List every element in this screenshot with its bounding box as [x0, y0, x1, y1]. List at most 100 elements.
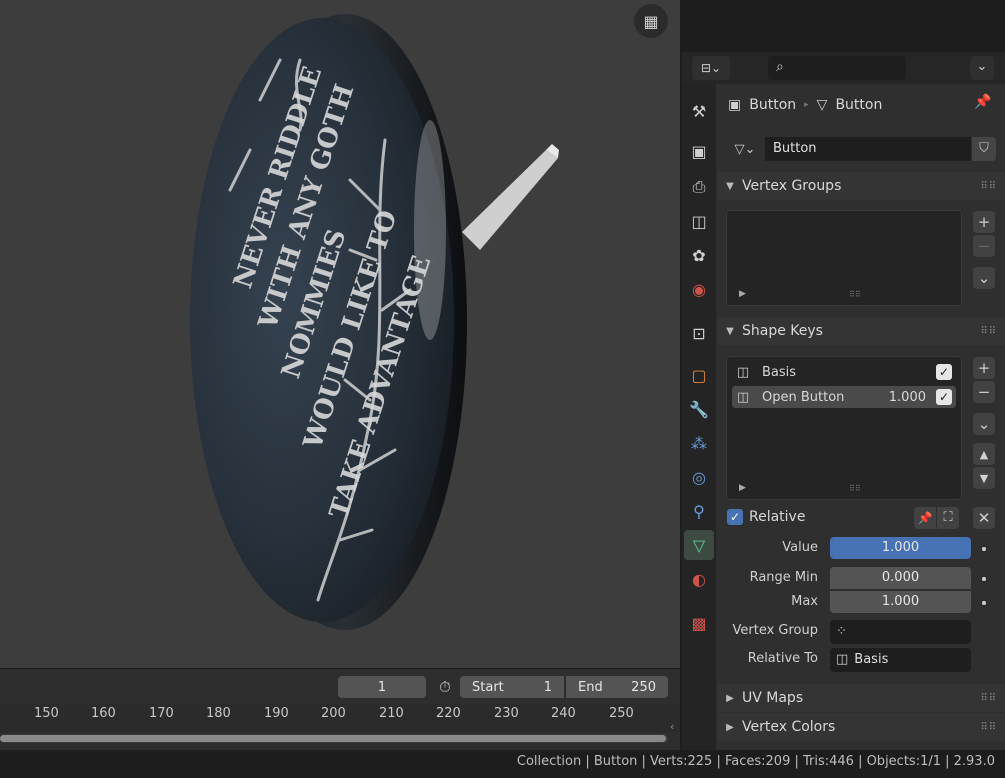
- value-slider[interactable]: 1.000: [830, 537, 971, 559]
- vertex-group-specials-button[interactable]: ⌄: [973, 267, 995, 289]
- shape-key-name: Open Button: [762, 389, 845, 405]
- shape-key-value[interactable]: 1.000: [889, 390, 926, 405]
- uv-maps-panel-header[interactable]: ▶ UV Maps ⠿⠿: [718, 684, 1005, 712]
- mesh-browse-button[interactable]: ▽ ⌄: [726, 137, 764, 161]
- shape-key-mute-checkbox[interactable]: ✓: [936, 364, 952, 380]
- drag-grip-icon[interactable]: ⠿⠿: [980, 326, 997, 337]
- plus-icon: +: [977, 359, 991, 377]
- start-label: Start: [472, 679, 504, 695]
- chevron-down-icon: ⌄: [744, 141, 756, 157]
- modifier-tab-icon[interactable]: 🔧: [684, 394, 714, 424]
- pin-icon[interactable]: 📌: [974, 94, 994, 116]
- add-shape-key-button[interactable]: +: [973, 357, 995, 379]
- vertex-groups-panel-header[interactable]: ▼ Vertex Groups ⠿⠿: [718, 172, 1005, 200]
- scene-tab-icon[interactable]: ✿: [684, 240, 714, 270]
- mesh-icon: ▽: [816, 97, 828, 113]
- resize-grip-icon[interactable]: ⠿⠿: [849, 290, 861, 299]
- shape-key-mute-checkbox[interactable]: ✓: [936, 389, 952, 405]
- end-frame-field[interactable]: End 250: [566, 676, 668, 698]
- object-tab-icon[interactable]: ▢: [684, 360, 714, 390]
- 3d-viewport[interactable]: NEVER RIDDLE WITH ANY GOTH NOMMIES WOULD…: [0, 0, 680, 668]
- expand-filter-icon[interactable]: ▶: [739, 483, 746, 493]
- shape-key-specials-button[interactable]: ⌄: [973, 413, 995, 435]
- current-frame-field[interactable]: 1: [338, 676, 426, 698]
- frame-tick: 210: [379, 706, 404, 721]
- texture-tab-icon[interactable]: ▩: [684, 608, 714, 638]
- render-tab-icon[interactable]: ▣: [684, 136, 714, 166]
- tool-tab-icon[interactable]: ⚒: [684, 96, 714, 126]
- breadcrumb-mesh: Button: [835, 97, 883, 113]
- vertex-colors-title: Vertex Colors: [742, 719, 836, 735]
- resize-grip-icon[interactable]: ⠿⠿: [849, 484, 861, 493]
- options-dropdown[interactable]: ⌄: [970, 56, 994, 80]
- shape-keys-panel-header[interactable]: ▼ Shape Keys ⠿⠿: [718, 317, 1005, 345]
- search-input[interactable]: ⌕: [768, 56, 906, 80]
- constraints-tab-icon[interactable]: ⚲: [684, 496, 714, 526]
- keyframe-dot-icon[interactable]: [982, 577, 986, 581]
- chevron-left-icon[interactable]: ‹: [670, 720, 674, 733]
- frame-tick: 200: [321, 706, 346, 721]
- shape-keys-title: Shape Keys: [742, 323, 823, 339]
- range-min-field[interactable]: 0.000: [830, 567, 971, 589]
- material-tab-icon[interactable]: ◐: [684, 564, 714, 594]
- relative-checkbox[interactable]: ✓: [727, 509, 743, 525]
- remove-vertex-group-button[interactable]: −: [973, 235, 995, 257]
- physics-tab-icon[interactable]: ◎: [684, 462, 714, 492]
- breadcrumb: ▣ Button ▸ ▽ Button: [728, 94, 998, 116]
- close-icon: ✕: [977, 509, 991, 527]
- stopwatch-icon[interactable]: ⏱: [434, 676, 456, 698]
- chevron-down-icon: ⌄: [977, 415, 991, 433]
- mesh-name-value: Button: [773, 141, 817, 156]
- clear-shape-keys-button[interactable]: ✕: [973, 507, 995, 529]
- toggle-icon: ⊟: [700, 61, 711, 75]
- range-min-label: Range Min: [749, 570, 818, 585]
- drag-grip-icon[interactable]: ⠿⠿: [980, 693, 997, 704]
- minus-icon: −: [977, 237, 991, 255]
- triangle-up-icon: ▲: [979, 447, 989, 461]
- triangle-down-icon: ▼: [979, 471, 989, 485]
- expand-filter-icon[interactable]: ▶: [739, 289, 746, 299]
- pin-icon[interactable]: 📌: [914, 507, 936, 529]
- vertex-group-field[interactable]: ⁘: [830, 620, 971, 644]
- shape-key-row[interactable]: ◫ Basis ✓: [732, 361, 956, 383]
- button-object-render: NEVER RIDDLE WITH ANY GOTH NOMMIES WOULD…: [190, 14, 559, 630]
- timeline-scrollbar-thumb[interactable]: [0, 735, 666, 742]
- keyframe-dot-icon[interactable]: [982, 601, 986, 605]
- view-layer-tab-icon[interactable]: ◫: [684, 206, 714, 236]
- relative-to-value: Basis: [854, 652, 889, 667]
- remove-shape-key-button[interactable]: −: [973, 381, 995, 403]
- range-max-field[interactable]: 1.000: [830, 591, 971, 613]
- particles-tab-icon[interactable]: ⁂: [684, 428, 714, 458]
- pin-shaft: [462, 150, 558, 250]
- grid-view-icon[interactable]: ▦: [634, 4, 668, 38]
- keyframe-dot-icon[interactable]: [982, 547, 986, 551]
- vertex-groups-title: Vertex Groups: [742, 178, 842, 194]
- add-vertex-group-button[interactable]: +: [973, 211, 995, 233]
- mesh-name-field[interactable]: Button: [765, 137, 971, 161]
- fake-user-shield-icon[interactable]: ⛉: [972, 137, 996, 161]
- drag-grip-icon[interactable]: ⠿⠿: [980, 181, 997, 192]
- start-frame-field[interactable]: Start 1: [460, 676, 564, 698]
- vertex-group-label: Vertex Group: [732, 623, 819, 638]
- move-shape-key-down-button[interactable]: ▼: [973, 467, 995, 489]
- status-bar: Collection | Button | Verts:225 | Faces:…: [0, 750, 1005, 778]
- editor-type-button[interactable]: ⊟ ⌄: [692, 56, 730, 80]
- collection-tab-icon[interactable]: ⊡: [684, 318, 714, 348]
- chevron-down-icon: ⌄: [977, 269, 991, 287]
- end-value: 250: [631, 679, 656, 695]
- vertex-colors-panel-header[interactable]: ▶ Vertex Colors ⠿⠿: [718, 713, 1005, 741]
- vertex-groups-list[interactable]: ▶ ⠿⠿: [726, 210, 962, 306]
- end-label: End: [578, 679, 603, 695]
- relative-toggle[interactable]: ✓ Relative: [727, 509, 805, 525]
- mesh-data-tab-icon[interactable]: ▽: [684, 530, 714, 560]
- range-max-label: Max: [791, 594, 818, 609]
- drag-grip-icon[interactable]: ⠿⠿: [980, 722, 997, 733]
- output-tab-icon[interactable]: ⎙: [684, 172, 714, 202]
- relative-to-field[interactable]: ◫ Basis: [830, 648, 971, 672]
- world-tab-icon[interactable]: ◉: [684, 274, 714, 304]
- edit-mode-icon[interactable]: ⛶: [937, 507, 959, 529]
- move-shape-key-up-button[interactable]: ▲: [973, 443, 995, 465]
- shape-key-icon: ◫: [836, 652, 849, 667]
- minus-icon: −: [977, 383, 991, 401]
- shape-key-row-selected[interactable]: ◫ Open Button 1.000 ✓: [732, 386, 956, 408]
